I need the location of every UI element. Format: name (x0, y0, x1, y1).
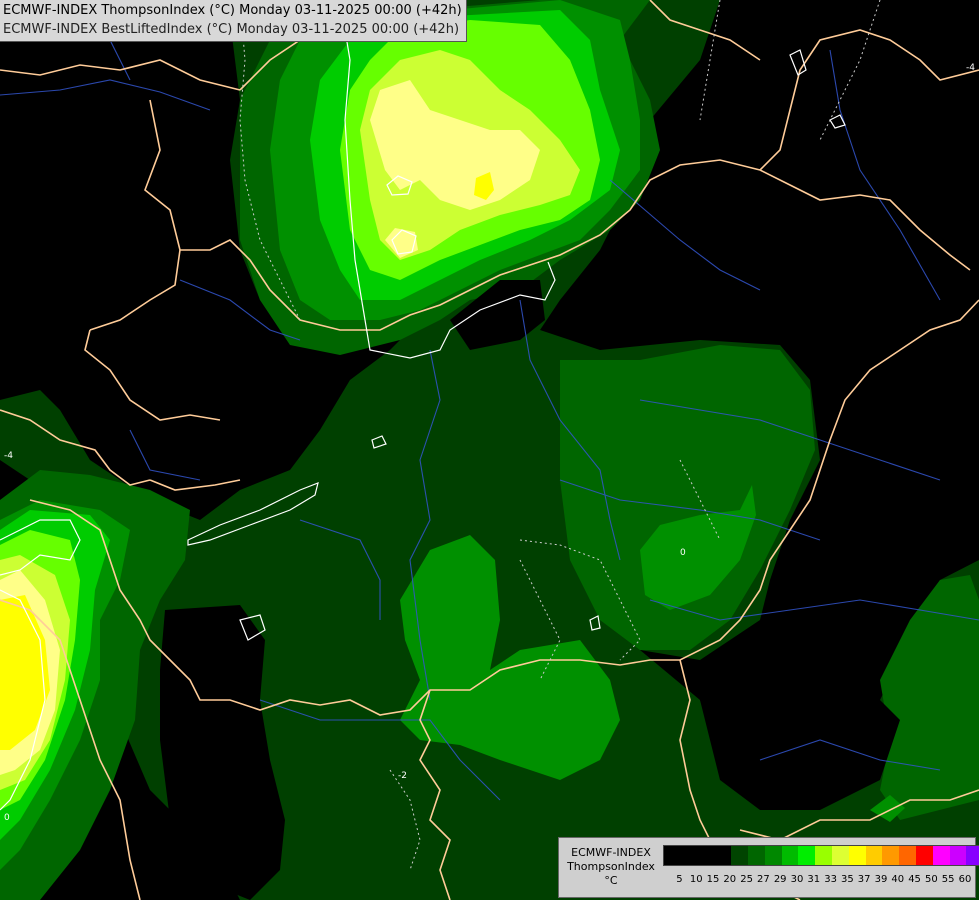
legend-swatch (932, 846, 950, 865)
legend-tick-label: 5 (676, 874, 683, 885)
legend-swatch (949, 846, 967, 865)
legend-swatch (747, 846, 765, 865)
legend-tick-label: 20 (723, 874, 737, 885)
legend-swatch (680, 846, 698, 865)
legend-swatch (899, 846, 916, 865)
legend-unit: °C (604, 874, 618, 887)
legend-tick-label: 55 (941, 874, 955, 885)
legend-tick-label: 40 (891, 874, 905, 885)
legend-swatch (697, 846, 715, 865)
legend-tick-label: 30 (790, 874, 804, 885)
legend-tick-label: 39 (874, 874, 888, 885)
legend-tick-label: 50 (924, 874, 938, 885)
legend-tick-label: 60 (958, 874, 972, 885)
legend-tick-label: 45 (908, 874, 921, 885)
legend-swatch (915, 846, 933, 865)
legend-model: ECMWF-INDEX (571, 846, 651, 859)
legend-swatch (714, 846, 732, 865)
legend-tick-spacer (663, 874, 671, 885)
contour-label-4: -2 (398, 771, 407, 781)
legend-swatch (764, 846, 782, 865)
contour-label-3: 0 (4, 813, 10, 823)
legend-swatch (831, 846, 849, 865)
legend-tick-label: 33 (824, 874, 837, 885)
legend-swatch (966, 846, 979, 865)
legend-tick-label: 29 (773, 874, 787, 885)
map-title-secondary: ECMWF-INDEX BestLiftedIndex (°C) Monday … (3, 22, 460, 37)
contour-label-1: -4 (966, 63, 975, 73)
legend-tick-label: 10 (689, 874, 703, 885)
color-legend: ECMWF-INDEX ThompsonIndex °C 5 10 15 20 25 27… (558, 837, 979, 898)
map-title-primary: ECMWF-INDEX ThompsonIndex (°C) Monday 03… (3, 3, 462, 18)
legend-swatch (798, 846, 816, 865)
legend-parameter: ThompsonIndex (567, 860, 655, 873)
legend-swatch (781, 846, 799, 865)
legend-tick-label: 15 (706, 874, 720, 885)
legend-tick-label: 25 (740, 874, 753, 885)
legend-color-bar (663, 845, 979, 866)
legend-swatch (882, 846, 900, 865)
legend-tick-label: 37 (857, 874, 871, 885)
legend-swatch (731, 846, 748, 865)
contour-label-2: -4 (4, 451, 13, 461)
legend-swatch (848, 846, 866, 865)
legend-tick-label: 31 (807, 874, 821, 885)
legend-tick-label: 27 (757, 874, 770, 885)
legend-swatch (664, 846, 681, 865)
map-title-box: ECMWF-INDEX ThompsonIndex (°C) Monday 03… (0, 0, 467, 42)
legend-swatch (815, 846, 832, 865)
legend-tick-labels: 5 10 15 20 25 27 29 30 31 33 35 37 39 40 45 50 55 60 (663, 874, 973, 885)
contour-label-5: 0 (680, 548, 686, 558)
legend-tick-label: 35 (841, 874, 854, 885)
weather-map: -4 -4 0 -2 0 (0, 0, 979, 900)
legend-label: ECMWF-INDEX ThompsonIndex °C (561, 846, 661, 888)
legend-swatch (865, 846, 883, 865)
